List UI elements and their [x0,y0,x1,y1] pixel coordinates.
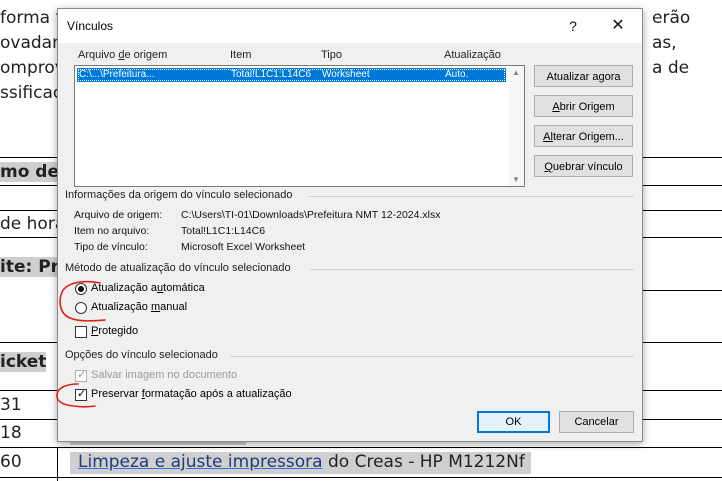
link-item-cell: Total!L1C1:L14C6 [231,69,312,80]
doc-table-cell: icket [0,352,47,372]
table-border [641,237,722,238]
column-header-type[interactable]: Tipo [321,49,342,61]
table-border [0,342,57,343]
scroll-up-icon[interactable]: ▲ [512,68,520,77]
auto-update-radio[interactable] [75,283,87,295]
table-border [641,157,722,158]
group-divider [230,356,634,357]
source-file-value: C:\Users\TI-01\Downloads\Prefeitura NMT … [181,209,441,221]
table-border [641,185,722,186]
dialog-titlebar[interactable]: Vínculos ? ✕ [58,9,642,43]
scroll-down-icon[interactable]: ▼ [512,175,520,184]
table-border [0,237,57,238]
table-border [641,210,722,211]
doc-text-line: ssificac [0,83,63,103]
group-divider [310,269,634,270]
cancel-button[interactable]: Cancelar [559,411,634,433]
table-border [641,390,722,391]
manual-update-radio[interactable] [75,302,87,314]
table-border [57,447,58,481]
group-divider [308,196,634,197]
doc-text-line: forma t [0,8,63,28]
preserve-formatting-label[interactable]: Preservar formatação após a atualização [91,388,292,400]
ok-button[interactable]: OK [477,411,550,433]
link-type-cell: Worksheet [322,69,370,80]
doc-table-cell: 31 [0,395,22,415]
doc-table-cell: de hora [0,214,66,234]
close-button[interactable]: ✕ [603,15,633,37]
column-header-item[interactable]: Item [230,49,251,61]
doc-task-text: Limpeza e ajuste impressora do Creas - H… [70,452,531,474]
dialog-title: Vínculos [67,19,114,33]
link-type-value: Microsoft Excel Worksheet [181,241,306,253]
options-group-title: Opções do vínculo selecionado [65,349,218,361]
link-type-label: Tipo de vínculo: [74,241,148,253]
doc-text-line: as, [652,33,677,53]
save-image-label: Salvar imagem no documento [91,369,238,381]
item-in-file-value: Total!L1C1:L14C6 [181,225,266,237]
save-image-checkbox: ✓ [75,369,87,382]
item-in-file-label: Item no arquivo: [74,225,150,237]
doc-text-line: omprov [0,58,65,78]
column-header-update[interactable]: Atualização [444,49,501,61]
table-border [0,157,57,158]
update-method-group-title: Método de atualização do vínculo selecio… [65,262,291,274]
update-now-button[interactable]: Atualizar agora [534,65,633,87]
table-border [641,342,722,343]
doc-table-cell: mo de [0,162,60,182]
doc-task-link[interactable]: Limpeza e ajuste impressora [78,452,323,472]
table-border [0,390,57,391]
preserve-formatting-checkbox[interactable]: ✓ [75,388,87,401]
doc-text-line: erão [652,8,691,28]
protected-checkbox[interactable] [75,326,87,338]
table-border [0,210,57,211]
link-update-cell: Auto. [445,69,469,80]
link-row-selected[interactable]: C:\...\Prefeitura... Total!L1C1:L14C6 Wo… [77,68,506,82]
table-border [0,477,722,478]
manual-update-label[interactable]: Atualização manual [91,301,187,313]
help-button[interactable]: ? [558,15,588,37]
table-border [641,290,722,291]
doc-table-cell: 18 [0,423,22,443]
doc-table-cell: 60 [0,452,22,472]
table-border [0,447,722,448]
links-dialog: Vínculos ? ✕ Arquivo de origem Item Tipo… [57,8,643,442]
link-source-cell: C:\...\Prefeitura... [79,69,155,80]
protected-label[interactable]: Protegido [91,325,138,337]
source-file-label: Arquivo de origem: [74,209,163,221]
change-source-button[interactable]: Alterar Origem... [534,125,633,147]
doc-text-line: ovadan [0,33,63,53]
source-info-group-title: Informações da origem do vínculo selecio… [65,189,293,201]
links-listbox[interactable]: C:\...\Prefeitura... Total!L1C1:L14C6 Wo… [74,65,525,187]
open-source-button[interactable]: Abrir Origem [534,95,633,117]
column-header-source[interactable]: Arquivo de origem [78,49,167,61]
doc-text-line: a de [652,58,690,78]
break-link-button[interactable]: Quebrar vínculo [534,155,633,177]
auto-update-label[interactable]: Atualização automática [91,282,205,294]
table-border [0,185,57,186]
listbox-scrollbar[interactable]: ▲ ▼ [509,66,524,186]
